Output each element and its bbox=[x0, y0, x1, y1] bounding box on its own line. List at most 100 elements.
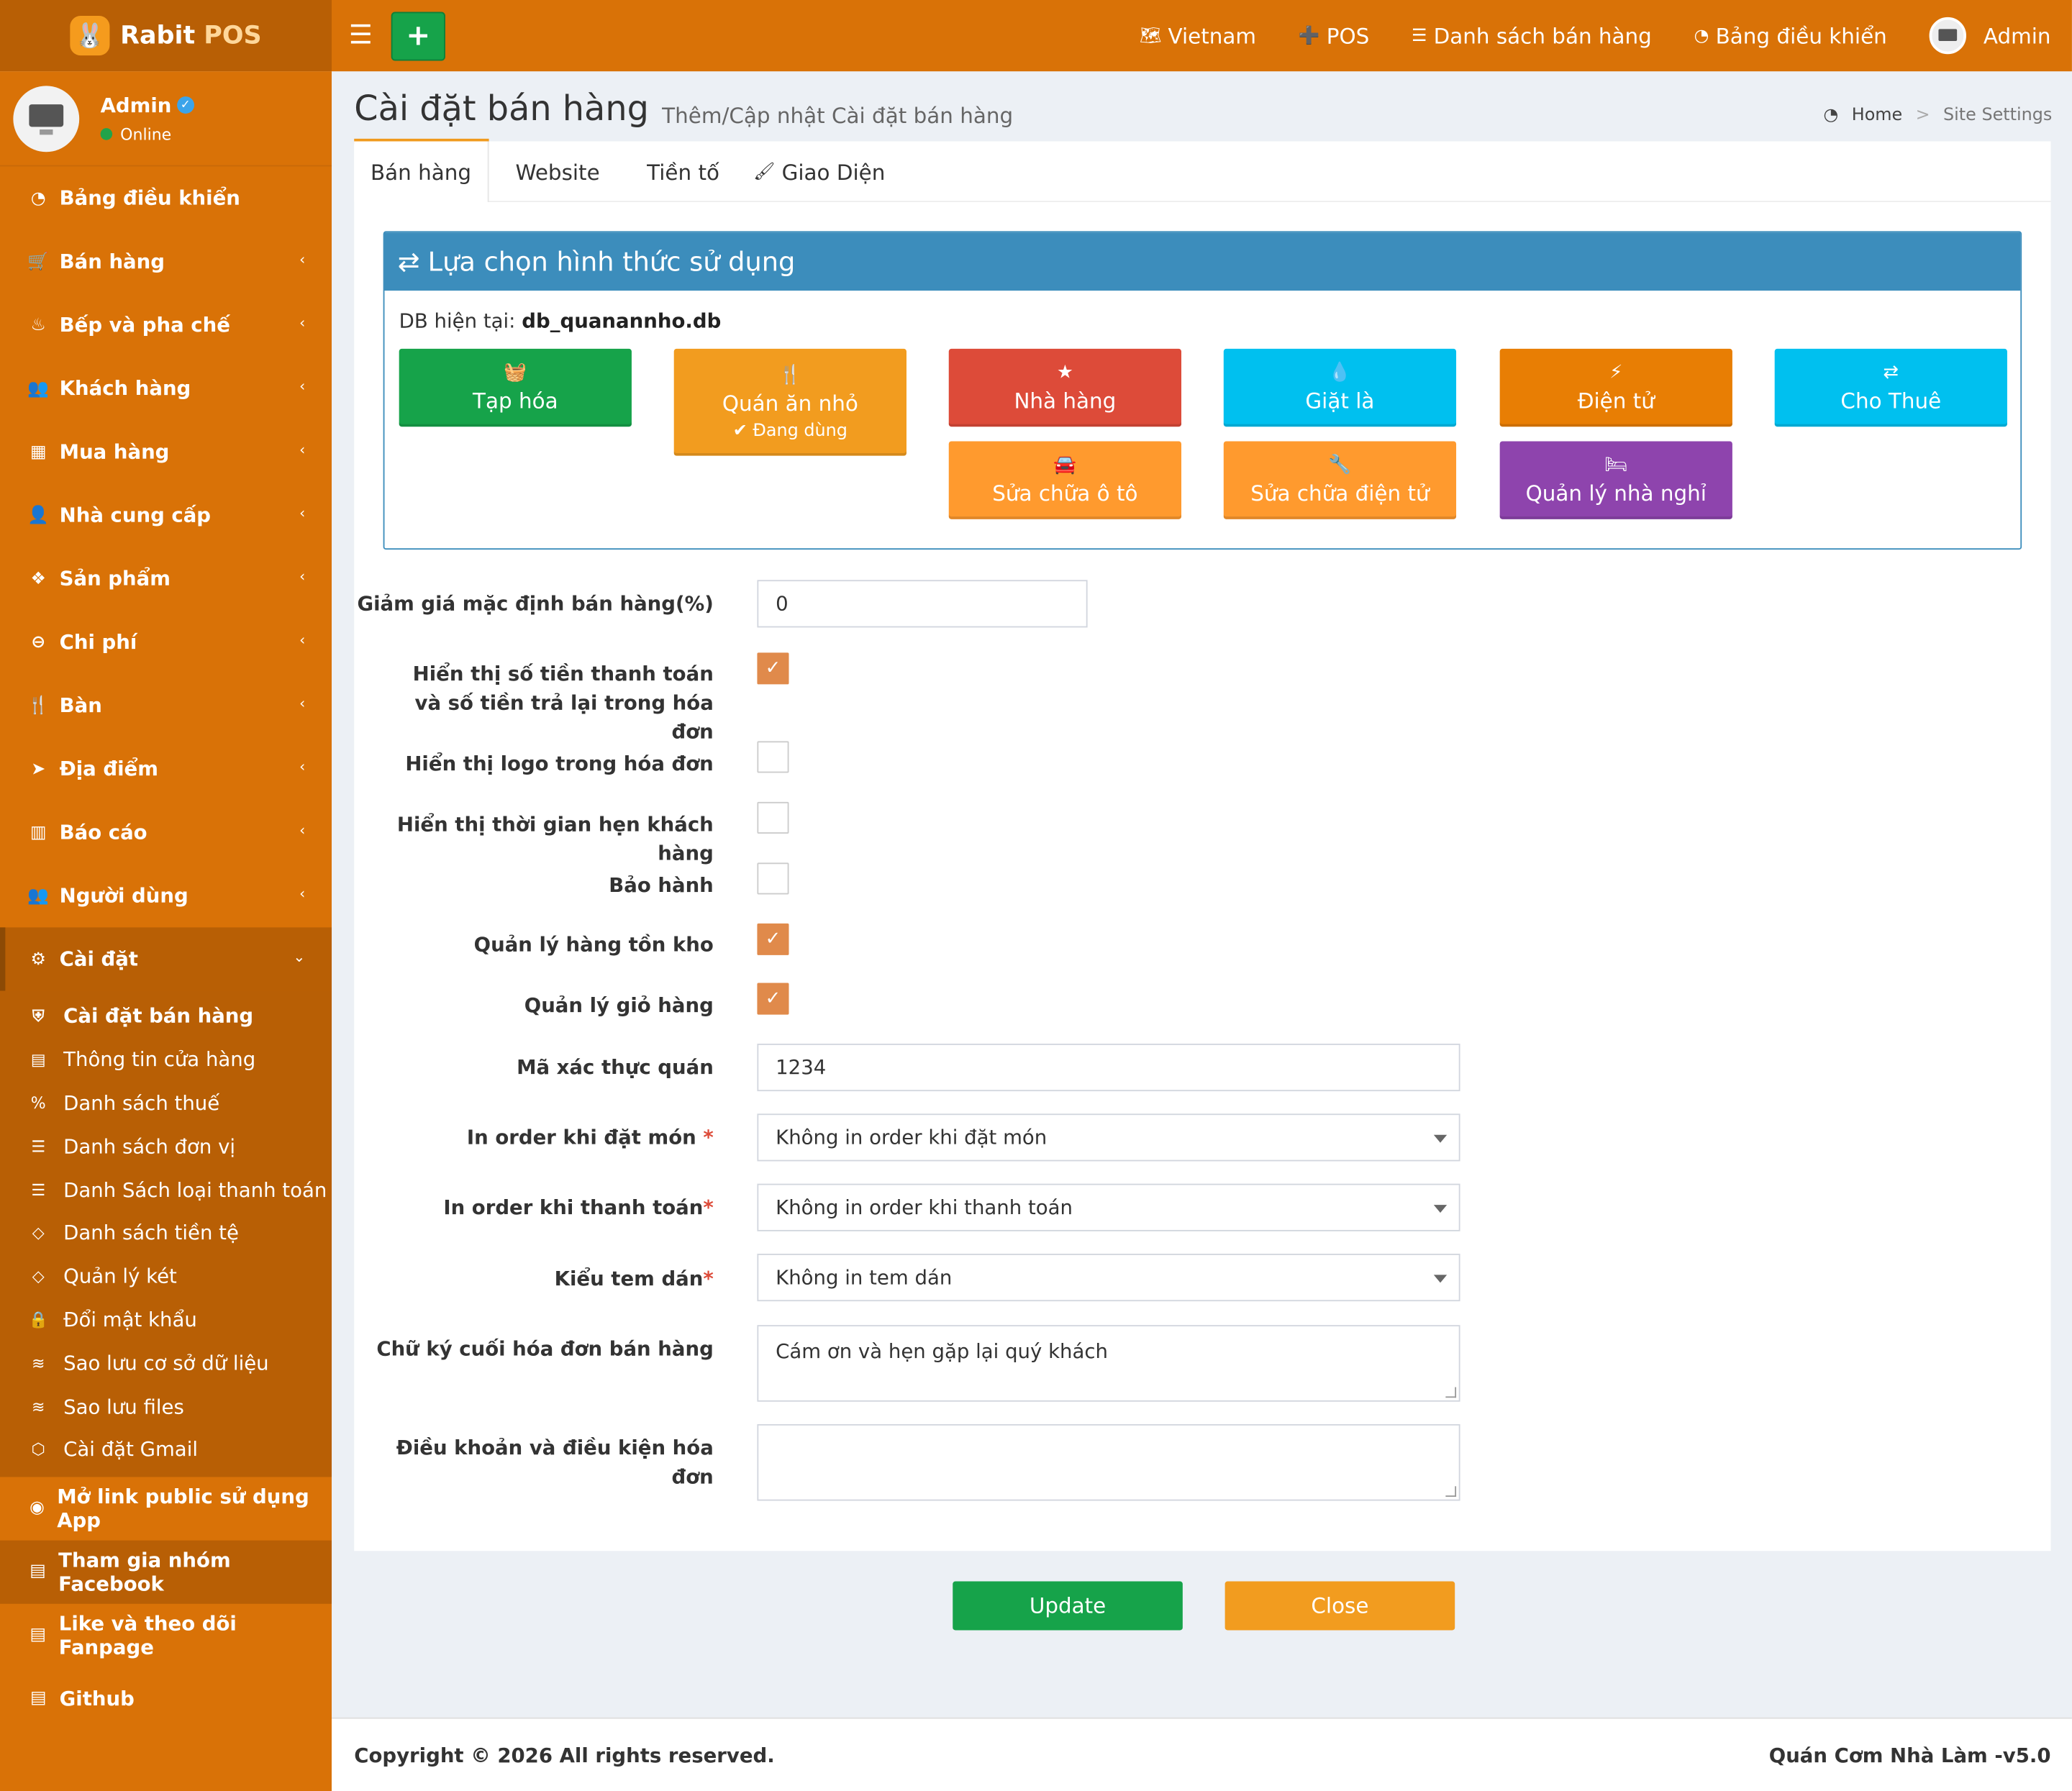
sidebar-subitem[interactable]: ≋ Sao lưu cơ sở dữ liệu bbox=[0, 1341, 332, 1385]
percent-icon: % bbox=[30, 1093, 46, 1113]
inventory-checkbox[interactable]: ✓ bbox=[757, 923, 789, 955]
sidebar-item[interactable]: ❖ Sản phẩm ‹ bbox=[0, 547, 332, 610]
cogs-icon: ⚙ bbox=[30, 949, 46, 970]
terms-textarea[interactable] bbox=[757, 1423, 1460, 1501]
tab-theme[interactable]: 🖌 Giao Diện bbox=[740, 142, 899, 202]
cubes-icon: ❖ bbox=[30, 568, 46, 589]
basket-icon: 🧺 bbox=[504, 362, 527, 383]
tab-label: Giao Diện bbox=[781, 159, 886, 185]
sidebar-item[interactable]: ⊖ Chi phí ‹ bbox=[0, 611, 332, 674]
show-payment-checkbox[interactable]: ✓ bbox=[757, 652, 789, 685]
top-nav-user-menu[interactable]: Admin bbox=[1929, 17, 2051, 55]
tab-sales[interactable]: Bán hàng bbox=[354, 141, 489, 203]
sidebar-item[interactable]: ◔ Bảng điều khiển bbox=[0, 166, 332, 229]
mode-label: Điện tử bbox=[1577, 388, 1655, 414]
discount-label: Giảm giá mặc định bán hàng(%) bbox=[357, 591, 714, 616]
mode-button[interactable]: 🍴 Quán ăn nhỏ ✔ Đang dùng bbox=[673, 348, 906, 456]
sticker-select[interactable]: Không in tem dán bbox=[757, 1254, 1460, 1302]
hamburger-menu-icon[interactable]: ☰ bbox=[349, 19, 373, 50]
sidebar-subitem[interactable]: 🔒 Đổi mật khẩu bbox=[0, 1298, 332, 1341]
sidebar-subitem[interactable]: % Danh sách thuế bbox=[0, 1082, 332, 1125]
show-payment-label: Hiển thị số tiền thanh toán và số tiền t… bbox=[412, 662, 714, 744]
sidebar-item[interactable]: ▦ Mua hàng ‹ bbox=[0, 420, 332, 483]
mode-button[interactable]: 🚘 Sửa chữa ô tô bbox=[948, 441, 1182, 519]
mode-button[interactable]: 💧 Giặt là bbox=[1223, 348, 1457, 427]
discount-input[interactable]: 0 bbox=[757, 580, 1088, 628]
sidebar-item-label: Cài đặt bbox=[59, 947, 138, 971]
mode-button[interactable]: 🧺 Tạp hóa bbox=[399, 348, 632, 427]
user-name: Admin bbox=[100, 93, 172, 117]
top-nav-pos[interactable]: ➕ POS bbox=[1299, 23, 1369, 48]
top-nav-language[interactable]: 🗺 Vietnam bbox=[1140, 23, 1256, 48]
top-nav-dashboard[interactable]: ◔ Bảng điều khiển bbox=[1694, 23, 1887, 48]
sidebar-item[interactable]: 🍴 Bàn ‹ bbox=[0, 674, 332, 737]
mode-button[interactable]: 🔧 Sửa chữa điện tử bbox=[1223, 441, 1457, 519]
update-button[interactable]: Update bbox=[953, 1581, 1183, 1631]
sidebar-subitem[interactable]: ⛨ Cài đặt bán hàng bbox=[0, 995, 332, 1038]
sidebar-item-label: Người dùng bbox=[59, 883, 188, 908]
close-button[interactable]: Close bbox=[1224, 1581, 1455, 1631]
select-value: Không in order khi thanh toán bbox=[776, 1195, 1073, 1220]
tab-bar: Bán hàng Website Tiền tố 🖌 Giao Diện bbox=[354, 141, 2051, 203]
sidebar-item[interactable]: 👥 Khách hàng ‹ bbox=[0, 357, 332, 420]
cart-checkbox[interactable]: ✓ bbox=[757, 983, 789, 1015]
warranty-checkbox[interactable] bbox=[757, 862, 789, 895]
mode-button[interactable]: 🛏 Quản lý nhà nghỉ bbox=[1499, 441, 1732, 519]
mode-button[interactable]: ★ Nhà hàng bbox=[948, 348, 1182, 427]
plus-square-icon: ➕ bbox=[1298, 25, 1320, 46]
print-payment-select[interactable]: Không in order khi thanh toán bbox=[757, 1183, 1460, 1231]
sidebar-link[interactable]: ▤ Github bbox=[0, 1667, 332, 1730]
logo[interactable]: 🐰 Rabit POS bbox=[0, 0, 332, 72]
signature-textarea[interactable]: Cám ơn và hẹn gặp lại quý khách bbox=[757, 1325, 1460, 1402]
chef-icon: ♨ bbox=[30, 315, 46, 335]
sidebar-link[interactable]: ◉ Mở link public sử dụng App bbox=[0, 1477, 332, 1540]
sidebar-item[interactable]: 🛒 Bán hàng ‹ bbox=[0, 230, 332, 293]
show-logo-checkbox[interactable] bbox=[757, 741, 789, 773]
sidebar-subitem[interactable]: ☰ Danh sách đơn vị bbox=[0, 1125, 332, 1168]
sidebar-item[interactable]: ⚙ Cài đặt ⌄ bbox=[0, 927, 332, 991]
top-navbar: 🐰 Rabit POS ☰ + 🗺 Vietnam ➕ POS ☰ Danh sách… bbox=[0, 0, 2072, 72]
sidebar-item[interactable]: 👤 Nhà cung cấp ‹ bbox=[0, 483, 332, 547]
page-title: Cài đặt bán hàng bbox=[354, 89, 649, 129]
sidebar-subitem[interactable]: ◇ Quản lý két bbox=[0, 1254, 332, 1298]
sidebar-subitem[interactable]: ⬡ Cài đặt Gmail bbox=[0, 1428, 332, 1471]
user-status-text: Online bbox=[120, 124, 172, 144]
terms-label: Điều khoản và điều kiện hóa đơn bbox=[396, 1436, 714, 1489]
sidebar-item[interactable]: ▥ Báo cáo ‹ bbox=[0, 801, 332, 864]
tab-prefix[interactable]: Tiền tố bbox=[627, 142, 740, 202]
mode-button[interactable]: ⇄ Cho Thuê bbox=[1774, 348, 2007, 427]
sidebar-subitem[interactable]: ▤ Thông tin cửa hàng bbox=[0, 1038, 332, 1081]
sidebar-item-label: Báo cáo bbox=[59, 820, 147, 844]
sidebar-item[interactable]: ♨ Bếp và pha chế ‹ bbox=[0, 293, 332, 357]
sidebar-subitem-label: Danh sách thuế bbox=[63, 1091, 220, 1116]
auth-code-label: Mã xác thực quán bbox=[517, 1055, 714, 1080]
resize-handle-icon[interactable] bbox=[1445, 1486, 1457, 1497]
sidebar-item[interactable]: ➤ Địa điểm ‹ bbox=[0, 737, 332, 801]
tab-website[interactable]: Website bbox=[489, 142, 627, 202]
mode-button[interactable]: ⚡ Điện tử bbox=[1499, 348, 1732, 427]
mode-label: Sửa chữa điện tử bbox=[1250, 480, 1430, 506]
top-nav-sales-list[interactable]: ☰ Danh sách bán hàng bbox=[1412, 23, 1652, 48]
new-item-button[interactable]: + bbox=[391, 12, 445, 61]
caret-down-icon bbox=[1433, 1134, 1448, 1143]
show-time-checkbox[interactable] bbox=[757, 801, 789, 834]
auth-code-input[interactable]: 1234 bbox=[757, 1043, 1460, 1092]
sidebar-subitem-label: Cài đặt Gmail bbox=[63, 1437, 199, 1462]
grid-icon: ▦ bbox=[29, 442, 47, 462]
sidebar-item[interactable]: 👥 Người dùng ‹ bbox=[0, 864, 332, 927]
sidebar-subitem-label: Danh sách tiền tệ bbox=[63, 1221, 239, 1245]
shield-icon: ⛨ bbox=[32, 1006, 45, 1026]
briefcase-icon: ▤ bbox=[29, 1625, 47, 1646]
sidebar-link[interactable]: ▤ Tham gia nhóm Facebook bbox=[0, 1540, 332, 1604]
database-icon: ≋ bbox=[32, 1354, 45, 1372]
sidebar-link[interactable]: ▤ Like và theo dõi Fanpage bbox=[0, 1603, 332, 1667]
sidebar-subitem[interactable]: ◇ Danh sách tiền tệ bbox=[0, 1211, 332, 1254]
sidebar-subitem[interactable]: ☰ Danh Sách loại thanh toán bbox=[0, 1168, 332, 1211]
breadcrumb-home[interactable]: Home bbox=[1852, 106, 1903, 126]
resize-handle-icon[interactable] bbox=[1445, 1387, 1457, 1398]
print-order-label: In order khi đặt món * bbox=[466, 1125, 714, 1149]
print-order-select[interactable]: Không in order khi đặt món bbox=[757, 1113, 1460, 1162]
usage-mode-panel: ⇄ Lựa chọn hình thức sử dụng DB hiện tại… bbox=[383, 231, 2022, 550]
settings-submenu: ⛨ Cài đặt bán hàng ▤ Thông tin cửa hàng% Dan… bbox=[0, 990, 332, 1477]
sidebar-subitem[interactable]: ≋ Sao lưu files bbox=[0, 1385, 332, 1428]
